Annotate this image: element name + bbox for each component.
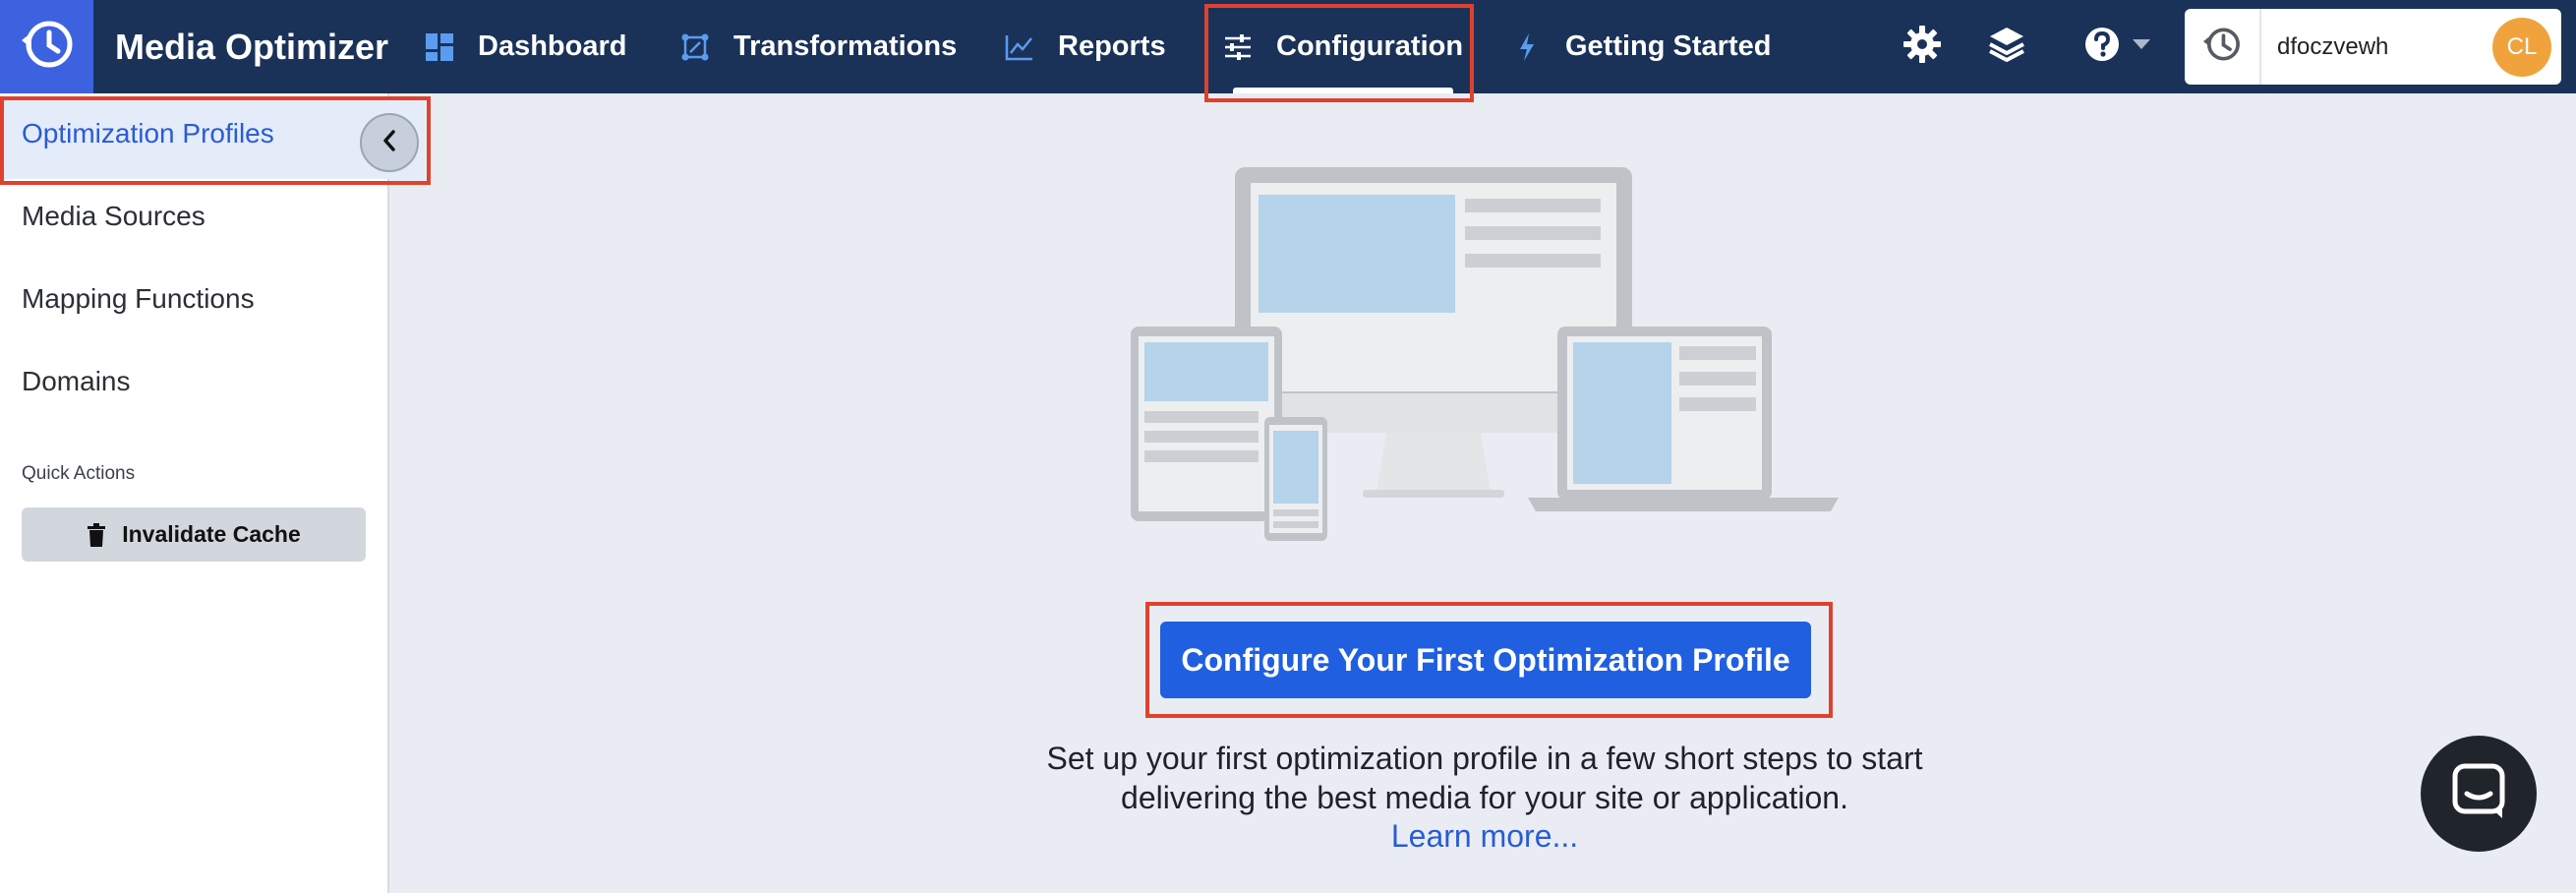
nav-configuration[interactable]: Configuration <box>1223 0 1463 93</box>
app-title: Media Optimizer <box>115 27 389 67</box>
collapse-sidebar-button[interactable] <box>360 113 419 172</box>
sliders-icon <box>1223 32 1253 62</box>
chevron-left-icon <box>381 129 398 157</box>
chart-line-icon <box>1005 32 1034 62</box>
invalidate-cache-label: Invalidate Cache <box>122 521 301 547</box>
description-line-1: Set up your first optimization profile i… <box>1046 741 1923 776</box>
sidebar-item-domains[interactable]: Domains <box>22 366 130 397</box>
clock-history-icon <box>2200 23 2244 71</box>
layers-icon <box>1987 25 2026 69</box>
sidebar-item-media-sources[interactable]: Media Sources <box>22 201 205 232</box>
learn-more-link[interactable]: Learn more... <box>885 818 2084 855</box>
nav-reports[interactable]: Reports <box>1005 0 1166 93</box>
dashboard-icon <box>425 32 454 62</box>
top-nav-bar: Media Optimizer Dashboard Transformation… <box>0 0 2576 102</box>
chat-icon <box>2449 762 2508 826</box>
avatar[interactable]: CL <box>2492 17 2551 77</box>
invalidate-cache-button[interactable]: Invalidate Cache <box>22 507 366 562</box>
account-switcher[interactable]: dfoczvewh CL <box>2185 9 2561 85</box>
nav-label: Reports <box>1058 30 1166 62</box>
transform-icon <box>680 32 710 62</box>
gear-icon <box>1903 25 1942 69</box>
nav-getting-started[interactable]: Getting Started <box>1512 0 1771 93</box>
sidebar-item-optimization-profiles[interactable]: Optimization Profiles <box>22 118 274 149</box>
account-logo <box>2185 9 2261 85</box>
devices-illustration <box>1131 167 1839 551</box>
sidebar-item-mapping-functions[interactable]: Mapping Functions <box>22 283 255 315</box>
nav-label: Transformations <box>733 30 958 62</box>
description-line-2: delivering the best media for your site … <box>1121 780 1848 815</box>
nav-dashboard[interactable]: Dashboard <box>425 0 626 93</box>
quick-actions-heading: Quick Actions <box>22 463 136 484</box>
settings-button[interactable] <box>1896 20 1949 73</box>
nav-label: Configuration <box>1276 30 1464 62</box>
help-circle-icon <box>2082 25 2122 69</box>
configure-first-profile-button[interactable]: Configure Your First Optimization Profil… <box>1160 622 1811 698</box>
layers-button[interactable] <box>1980 20 2033 73</box>
nav-label: Getting Started <box>1565 30 1772 62</box>
app-logo[interactable] <box>0 0 93 93</box>
help-menu-button[interactable] <box>2073 20 2161 73</box>
nav-label: Dashboard <box>478 30 627 62</box>
sidebar: Optimization Profiles Media Sources Mapp… <box>0 93 431 893</box>
nav-transformations[interactable]: Transformations <box>680 0 957 93</box>
chat-launcher-button[interactable] <box>2421 736 2537 852</box>
account-name: dfoczvewh <box>2277 32 2389 60</box>
chevron-down-icon <box>2132 37 2151 55</box>
clock-history-icon <box>18 15 77 79</box>
empty-state-description: Set up your first optimization profile i… <box>885 739 2084 817</box>
trash-icon <box>87 522 106 547</box>
lightning-icon <box>1512 32 1542 62</box>
